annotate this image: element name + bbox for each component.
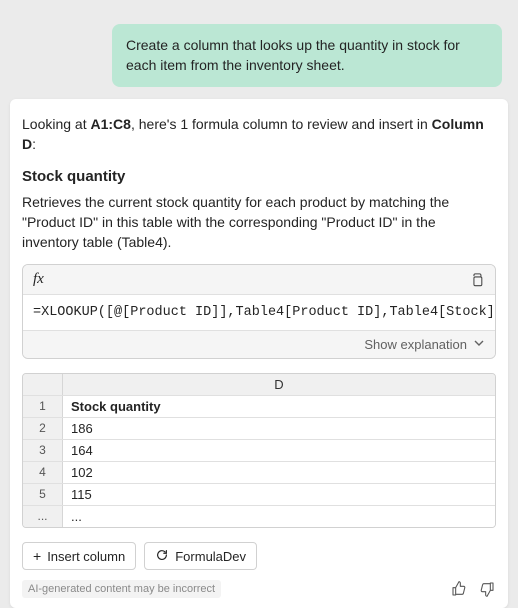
table-row: 4 102: [23, 462, 495, 484]
cell-value: 186: [63, 418, 495, 439]
user-message-text: Create a column that looks up the quanti…: [126, 37, 460, 73]
formula-code[interactable]: =XLOOKUP([@[Product ID]],Table4[Product …: [23, 295, 495, 331]
cell-value: Stock quantity: [63, 396, 495, 417]
column-title: Stock quantity: [22, 168, 496, 185]
show-explanation-button[interactable]: Show explanation: [23, 331, 495, 358]
response-card: Looking at A1:C8, here's 1 formula colum…: [10, 99, 508, 608]
intro-suffix: :: [32, 136, 36, 152]
table-row: ... ...: [23, 506, 495, 527]
row-number: 4: [23, 462, 63, 483]
intro-line: Looking at A1:C8, here's 1 formula colum…: [22, 115, 496, 154]
refresh-icon: [155, 548, 169, 564]
row-number: 1: [23, 396, 63, 417]
cell-value: 164: [63, 440, 495, 461]
row-number: ...: [23, 506, 63, 527]
insert-column-label: Insert column: [47, 549, 125, 564]
table-row: 3 164: [23, 440, 495, 462]
insert-column-button[interactable]: + Insert column: [22, 542, 136, 570]
formuladev-button[interactable]: FormulaDev: [144, 542, 257, 570]
intro-range: A1:C8: [91, 116, 131, 132]
row-number: 3: [23, 440, 63, 461]
thumbs-down-icon[interactable]: [478, 580, 496, 598]
cell-value: 115: [63, 484, 495, 505]
table-header-row: D: [23, 374, 495, 396]
cell-value: ...: [63, 506, 495, 527]
plus-icon: +: [33, 549, 41, 563]
fx-label: fx: [33, 271, 44, 288]
ai-disclaimer: AI-generated content may be incorrect: [22, 580, 221, 598]
table-row: 1 Stock quantity: [23, 396, 495, 418]
formuladev-label: FormulaDev: [175, 549, 246, 564]
corner-cell: [23, 374, 63, 395]
footer-row: AI-generated content may be incorrect: [22, 580, 496, 598]
show-explanation-label: Show explanation: [364, 337, 467, 352]
user-message-bubble: Create a column that looks up the quanti…: [112, 24, 502, 87]
chevron-down-icon: [473, 337, 485, 352]
thumbs-up-icon[interactable]: [450, 580, 468, 598]
column-letter-header: D: [63, 374, 495, 395]
chat-area: Create a column that looks up the quanti…: [0, 0, 518, 99]
preview-table: D 1 Stock quantity 2 186 3 164 4 102 5 1…: [22, 373, 496, 528]
feedback-icons: [450, 580, 496, 598]
cell-value: 102: [63, 462, 495, 483]
intro-mid: , here's 1 formula column to review and …: [131, 116, 432, 132]
formula-header: fx: [23, 265, 495, 295]
table-row: 2 186: [23, 418, 495, 440]
copy-icon[interactable]: [469, 272, 485, 288]
intro-prefix: Looking at: [22, 116, 91, 132]
column-description: Retrieves the current stock quantity for…: [22, 193, 496, 252]
row-number: 5: [23, 484, 63, 505]
actions-row: + Insert column FormulaDev: [22, 542, 496, 570]
row-number: 2: [23, 418, 63, 439]
table-row: 5 115: [23, 484, 495, 506]
formula-block: fx =XLOOKUP([@[Product ID]],Table4[Produ…: [22, 264, 496, 359]
